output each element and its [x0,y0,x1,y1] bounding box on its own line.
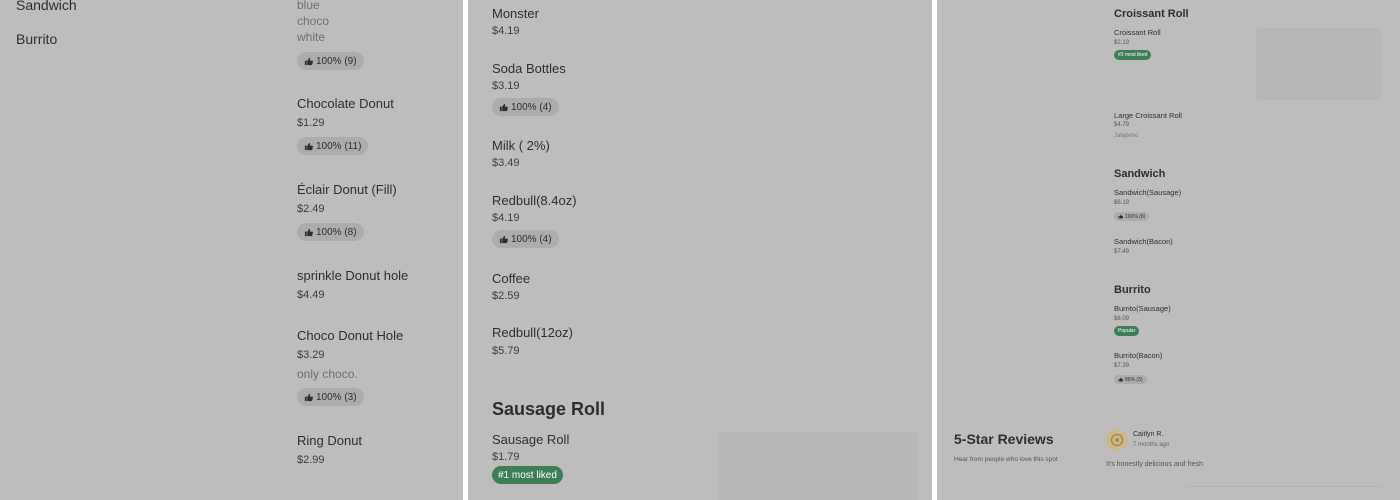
rating-text: 100% (8) [316,226,357,238]
menu-item-name[interactable]: Sausage Roll [492,432,569,447]
reviews-title: 5-Star Reviews [954,431,1054,447]
review-time: 7 months ago [1133,442,1170,448]
section-title: Sandwich [1114,168,1166,180]
thumbs-up-icon [1118,214,1123,219]
reviews-subtitle: Hear from people who love this spot [954,456,1058,463]
section-title: Burrito [1114,284,1151,296]
rating-badge: 100% (11) [297,137,369,155]
menu-item-price: $4.79 [1114,122,1130,128]
menu-item-name[interactable]: Large Croissant Roll [1114,111,1182,120]
menu-panel-middle: Monster $4.19 Soda Bottles $3.19 100% (4… [468,0,932,500]
variation-option: white [297,30,326,44]
popular-badge: Popular [1114,326,1140,336]
review-text: It's honestly delicious and fresh [1106,461,1204,468]
menu-item-price: $6.09 [1114,316,1130,322]
most-liked-badge: #1 most liked [492,466,563,484]
menu-item-name[interactable]: Redbull(12oz) [492,325,573,340]
rating-text: 100% (4) [511,101,552,113]
menu-item-name[interactable]: Sandwich(Sausage) [1114,188,1181,197]
thumbs-up-icon [304,393,313,401]
variation-option: choco [297,14,330,28]
sidebar-category-sandwich[interactable]: Sandwich [16,0,77,13]
rating-badge: 100% (8) [297,223,364,241]
rating-badge: 86% (3) [1114,375,1147,384]
reviewer-avatar-icon [1106,429,1128,451]
menu-item-name[interactable]: Burrito(Bacon) [1114,351,1162,360]
menu-item-price: $7.39 [1114,363,1130,369]
thumbs-up-icon [1118,377,1123,382]
rating-text: 100% (4) [511,233,552,245]
menu-item-name[interactable]: Sandwich(Bacon) [1114,237,1173,246]
menu-item-name[interactable]: Burrito(Sausage) [1114,304,1171,313]
menu-item-description: only choco. [297,367,358,381]
menu-item-price: $2.99 [297,454,325,466]
menu-panel-left: Sandwich Burrito blue choco white 100% (… [0,0,463,500]
menu-item-price: $7.49 [1114,249,1130,255]
rating-badge: 100% (9) [297,52,364,70]
thumbs-up-icon [499,103,508,111]
section-title: Croissant Roll [1114,8,1189,20]
menu-item-price: $1.79 [492,451,520,463]
most-liked-badge: #2 most liked [1114,50,1152,60]
menu-item-price: $4.19 [492,25,520,37]
menu-item-price: $1.29 [297,117,325,129]
menu-item-price: $4.49 [297,289,325,301]
menu-item-name[interactable]: Chocolate Donut [297,96,394,111]
menu-item-name[interactable]: Milk ( 2%) [492,138,550,153]
menu-item-price: $2.49 [297,203,325,215]
thumbs-up-icon [304,142,313,150]
thumbs-up-icon [304,57,313,65]
menu-item-price: $3.29 [297,349,325,361]
rating-text: 100% (8) [1125,213,1146,220]
item-image-placeholder[interactable] [1256,28,1382,100]
menu-item-price: $5.79 [492,345,520,357]
item-image-placeholder[interactable] [718,432,918,500]
menu-item-name[interactable]: Choco Donut Hole [297,328,403,343]
menu-item-name[interactable]: Ring Donut [297,433,362,448]
rating-text: 86% (3) [1125,376,1143,383]
menu-item-name[interactable]: Coffee [492,271,530,286]
menu-item-name[interactable]: Éclair Donut (Fill) [297,182,397,197]
rating-text: 100% (3) [316,391,357,403]
menu-item-price: $2.19 [1114,40,1130,46]
variation-option: blue [297,0,320,12]
menu-panel-right: Croissant Roll Croissant Roll $2.19 #2 m… [937,0,1400,500]
menu-item-name[interactable]: Soda Bottles [492,61,566,76]
section-title: Sausage Roll [492,399,606,419]
rating-text: 100% (11) [316,140,362,152]
menu-item-name[interactable]: Croissant Roll [1114,28,1161,37]
thumbs-up-icon [499,235,508,243]
review-divider [1187,486,1382,487]
rating-badge: 100% (8) [1114,212,1150,221]
menu-item-price: $4.19 [492,212,520,224]
rating-badge: 100% (4) [492,98,559,116]
rating-badge: 100% (4) [492,230,559,248]
rating-text: 100% (9) [316,55,357,67]
rating-badge: 100% (3) [297,388,364,406]
menu-item-price: $6.19 [1114,200,1130,206]
thumbs-up-icon [304,228,313,236]
menu-item-price: $3.19 [492,80,520,92]
reviewer-name: Caitlyn R. [1133,431,1164,438]
menu-item-name[interactable]: Redbull(8.4oz) [492,193,577,208]
menu-item-price: $2.59 [492,290,520,302]
menu-item-name[interactable]: Monster [492,6,539,21]
sidebar-category-burrito[interactable]: Burrito [16,31,57,47]
menu-item-price: $3.49 [492,157,520,169]
avatar-ring-icon [1110,433,1124,447]
menu-item-description: Jalapeno [1114,133,1139,139]
menu-item-name[interactable]: sprinkle Donut hole [297,268,408,283]
